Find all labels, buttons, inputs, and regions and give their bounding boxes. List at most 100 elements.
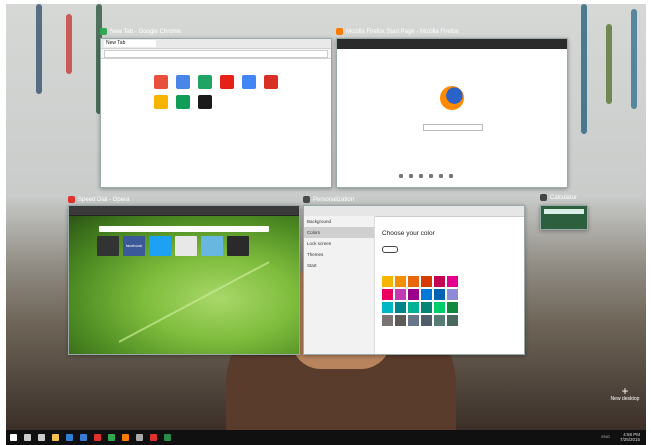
color-swatch[interactable]	[395, 315, 406, 326]
chrome-caption-text: New Tab - Google Chrome	[110, 28, 181, 35]
color-swatch[interactable]	[395, 302, 406, 313]
sheets-app-icon[interactable]	[176, 95, 190, 109]
app-icon[interactable]	[150, 434, 157, 441]
edge-icon[interactable]	[66, 434, 73, 441]
settings-caption-text: Personalization	[313, 196, 355, 203]
color-swatch[interactable]	[434, 289, 445, 300]
color-swatch[interactable]	[408, 276, 419, 287]
paint-drip	[36, 4, 42, 94]
firefox-window-thumbnail[interactable]	[336, 38, 568, 188]
color-swatch[interactable]	[421, 276, 432, 287]
app2-icon[interactable]	[164, 434, 171, 441]
chrome-window-caption[interactable]: New Tab - Google Chrome	[100, 28, 181, 35]
color-swatch[interactable]	[395, 276, 406, 287]
docs-app-icon[interactable]	[176, 75, 190, 89]
search-icon[interactable]	[24, 434, 31, 441]
opera-caption-text: Speed Dial - Opera	[78, 196, 130, 203]
other-app-icon[interactable]	[198, 95, 212, 109]
color-swatch[interactable]	[447, 302, 458, 313]
task-view-icon[interactable]	[38, 434, 45, 441]
search-app-icon[interactable]	[242, 75, 256, 89]
color-swatch-grid	[382, 276, 458, 326]
calculator-icon	[540, 194, 547, 201]
color-swatch[interactable]	[421, 302, 432, 313]
dial-tile-facebook[interactable]: facebook	[123, 236, 145, 256]
color-swatch[interactable]	[434, 302, 445, 313]
dial-tile-twitter[interactable]	[149, 236, 171, 256]
chrome-apps-grid	[154, 75, 280, 109]
color-swatch[interactable]	[382, 289, 393, 300]
opera-window-thumbnail[interactable]: facebook	[68, 205, 300, 355]
opera-icon[interactable]	[94, 434, 101, 441]
start-icon[interactable]	[10, 434, 17, 441]
color-swatch[interactable]	[395, 289, 406, 300]
clock[interactable]: 4:58 PM 7/25/2015	[620, 432, 640, 442]
file-explorer-icon[interactable]	[52, 434, 59, 441]
firefox-launcher-icons	[399, 174, 453, 178]
opera-search-bar	[99, 226, 269, 232]
youtube-app-icon[interactable]	[220, 75, 234, 89]
color-swatch[interactable]	[382, 276, 393, 287]
opera-speed-dial: facebook	[97, 236, 249, 256]
gmail-app-icon[interactable]	[264, 75, 278, 89]
taskbar-icons	[10, 434, 171, 441]
taskbar: ENG 4:58 PM 7/25/2015	[6, 430, 646, 445]
calculator-caption-text: Calculator	[550, 194, 578, 201]
color-swatch[interactable]	[434, 315, 445, 326]
settings-icon[interactable]	[136, 434, 143, 441]
calculator-window-caption[interactable]: Calculator	[540, 194, 577, 201]
color-swatch[interactable]	[447, 276, 458, 287]
color-swatch[interactable]	[421, 289, 432, 300]
new-desktop-button[interactable]: + New desktop	[605, 385, 645, 402]
settings-window-caption[interactable]: Personalization	[303, 196, 354, 203]
dial-tile-5[interactable]	[201, 236, 223, 256]
settings-sidebar: Background Colors Lock screen Themes Start	[304, 216, 375, 354]
settings-side-item[interactable]: Start	[304, 260, 374, 271]
dial-tile-6[interactable]	[227, 236, 249, 256]
color-swatch[interactable]	[382, 302, 393, 313]
settings-side-item[interactable]: Lock screen	[304, 238, 374, 249]
color-swatch[interactable]	[408, 289, 419, 300]
settings-side-item[interactable]: Themes	[304, 249, 374, 260]
language-indicator[interactable]: ENG	[601, 434, 610, 439]
calculator-window-thumbnail[interactable]	[540, 205, 588, 230]
downloads-icon	[399, 174, 403, 178]
color-swatch[interactable]	[447, 289, 458, 300]
bookmarks-icon	[409, 174, 413, 178]
web-store-app-icon[interactable]	[154, 75, 168, 89]
settings-side-item[interactable]: Background	[304, 216, 374, 227]
firefox-icon[interactable]	[122, 434, 129, 441]
settings-window-thumbnail[interactable]: Background Colors Lock screen Themes Start C…	[303, 205, 525, 355]
history-icon	[419, 174, 423, 178]
store-icon[interactable]	[80, 434, 87, 441]
sync-icon	[439, 174, 443, 178]
color-swatch[interactable]	[434, 276, 445, 287]
chrome-icon[interactable]	[108, 434, 115, 441]
opera-window-caption[interactable]: Speed Dial - Opera	[68, 196, 129, 203]
color-swatch[interactable]	[408, 302, 419, 313]
firefox-window-caption[interactable]: Mozilla Firefox Start Page - Mozilla Fir…	[336, 28, 459, 35]
color-swatch[interactable]	[421, 315, 432, 326]
dial-tile-1[interactable]	[97, 236, 119, 256]
chrome-toolbar: New Tab	[101, 39, 331, 49]
paint-drip	[66, 14, 72, 74]
settings-side-item[interactable]: Colors	[304, 227, 374, 238]
paint-drip	[606, 24, 612, 104]
chrome-window-thumbnail[interactable]: New Tab	[100, 38, 332, 188]
options-icon	[449, 174, 453, 178]
paint-drip	[581, 4, 587, 134]
dial-tile-4[interactable]	[175, 236, 197, 256]
opera-toolbar	[69, 206, 299, 216]
color-swatch[interactable]	[408, 315, 419, 326]
settings-toggle	[382, 246, 398, 253]
opera-icon	[68, 196, 75, 203]
color-swatch[interactable]	[447, 315, 458, 326]
drive-app-icon[interactable]	[198, 75, 212, 89]
chrome-tab: New Tab	[104, 40, 156, 47]
new-desktop-label: New desktop	[610, 396, 640, 402]
slides-app-icon[interactable]	[154, 95, 168, 109]
color-swatch[interactable]	[382, 315, 393, 326]
chrome-icon	[100, 28, 107, 35]
addons-icon	[429, 174, 433, 178]
clock-date: 7/25/2015	[619, 437, 640, 442]
